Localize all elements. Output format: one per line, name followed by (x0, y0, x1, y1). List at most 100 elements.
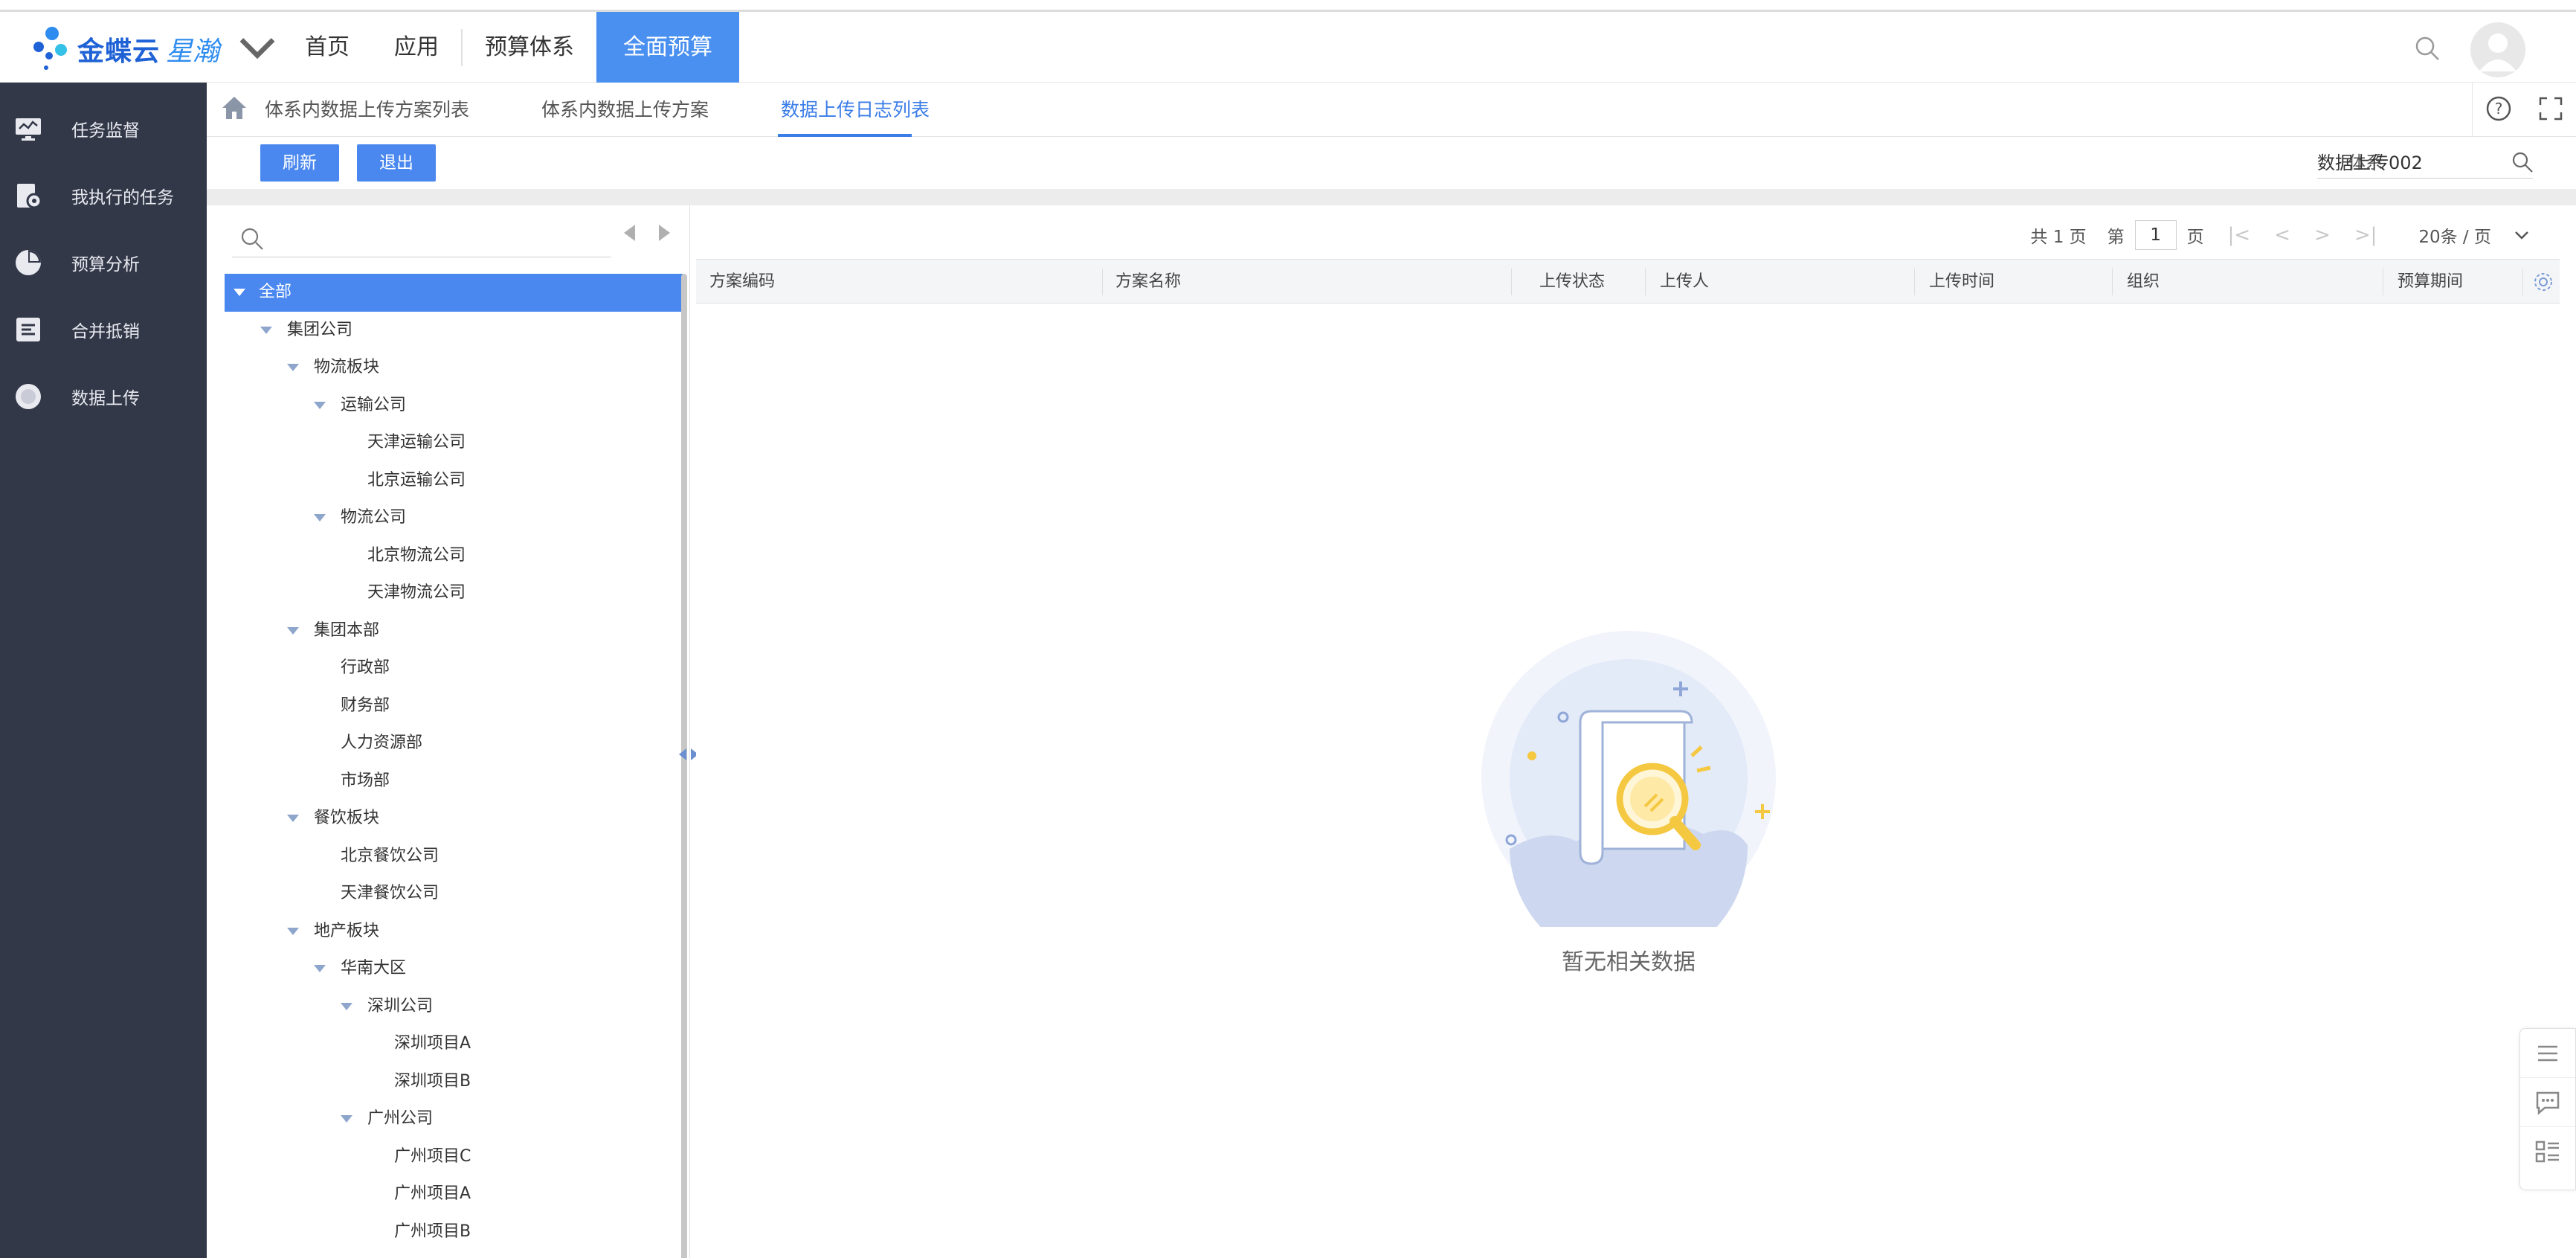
caret-down-icon[interactable] (314, 514, 326, 522)
column-divider (1511, 269, 1512, 295)
caret-down-icon[interactable] (287, 815, 299, 822)
tree-node[interactable]: 全部 (225, 274, 683, 312)
search-icon[interactable] (2414, 35, 2441, 65)
fullscreen-icon[interactable] (2538, 96, 2563, 124)
empty-state-text: 暂无相关数据 (1562, 949, 1696, 975)
exit-button[interactable]: 退出 (357, 144, 436, 182)
column-settings-gear-icon[interactable] (2531, 270, 2555, 297)
org-tree-panel: 全部 集团公司 物流板块 运输公司 天津运输公司 北京运输公司物流公司北京物流公司 天津物流… (222, 205, 690, 1258)
caret-down-icon[interactable] (234, 289, 245, 296)
tree-node[interactable]: 广州项目B (225, 1213, 683, 1251)
tree-node[interactable]: 物流公司 (225, 499, 683, 537)
tree-node[interactable]: 人力资源部 (225, 725, 683, 763)
pager-total: 共 1 页 (2030, 228, 2087, 247)
sidebar-item-my-tasks[interactable]: 我执行的任务 (0, 162, 207, 229)
sidebar-item-task-monitor[interactable]: 任务监督 (0, 95, 207, 162)
column-header-organization[interactable]: 组织 (2127, 260, 2160, 304)
tree-node[interactable]: 北京运输公司 (225, 462, 683, 500)
system-field[interactable]: 数据上传002 (2317, 149, 2533, 179)
tree-node[interactable]: 运输公司 (225, 387, 683, 425)
column-divider (1645, 269, 1646, 295)
caret-down-icon[interactable] (287, 626, 299, 635)
tree-node-label: 物流公司 (341, 508, 407, 527)
column-header-upload-time[interactable]: 上传时间 (1929, 260, 1994, 304)
avatar[interactable] (2470, 22, 2525, 77)
system-field-value: 数据上传002 (2317, 153, 2423, 173)
page-number-input[interactable]: 1 (2134, 220, 2177, 250)
caret-down-icon[interactable] (260, 326, 272, 334)
tree-node[interactable]: 集团公司 (225, 312, 683, 350)
caret-down-icon[interactable] (314, 401, 326, 409)
tab-scheme-list[interactable]: 体系内数据上传方案列表 (265, 83, 469, 137)
caret-right-icon[interactable] (657, 223, 672, 243)
caret-down-icon[interactable] (314, 965, 326, 972)
last-page-icon[interactable]: >| (2354, 224, 2377, 246)
tree-node-label: 深圳项目B (394, 1071, 471, 1091)
refresh-button[interactable]: 刷新 (260, 144, 339, 182)
tab-bar-tools: ? (2472, 83, 2576, 137)
tab-upload-log-list[interactable]: 数据上传日志列表 (781, 83, 930, 137)
caret-down-icon[interactable] (287, 927, 299, 935)
tree-search-input[interactable] (232, 220, 611, 257)
tree-node[interactable]: 天津运输公司 (225, 424, 683, 462)
caret-down-icon[interactable] (287, 364, 299, 371)
tree-node[interactable]: 深圳公司 (225, 988, 683, 1026)
column-header-uploader[interactable]: 上传人 (1660, 260, 1709, 304)
empty-state: 暂无相关数据 (1480, 629, 1777, 976)
tree-node[interactable]: 深圳项目B (225, 1063, 683, 1101)
task-gear-icon (17, 184, 42, 209)
tree-node[interactable]: 北京餐饮公司 (225, 838, 683, 876)
tree-node[interactable]: 北京物流公司 (225, 537, 683, 575)
tree-node[interactable]: 广州项目A (225, 1175, 683, 1213)
tree-node[interactable]: 财务部 (225, 687, 683, 725)
tree-node[interactable]: 深圳项目A (225, 1025, 683, 1063)
layout-list-icon[interactable] (2520, 1127, 2575, 1176)
list-menu-icon[interactable] (2520, 1029, 2575, 1078)
nav-item-budget-system[interactable]: 预算体系 (463, 12, 596, 83)
tree-node[interactable]: 行政部 (225, 649, 683, 687)
tree-node[interactable]: 地产板块 (225, 913, 683, 951)
next-page-icon[interactable]: > (2314, 224, 2331, 246)
brand-logo[interactable]: 金蝶云 星瀚 (31, 27, 279, 71)
tree-node[interactable]: 华南大区 (225, 950, 683, 988)
tree-node[interactable]: 集团本部 (225, 612, 683, 650)
caret-left-icon[interactable] (622, 223, 637, 243)
nav-item-full-budget[interactable]: 全面预算 (596, 12, 739, 83)
home-icon[interactable] (220, 94, 248, 121)
sidebar-item-budget-analysis[interactable]: 预算分析 (0, 229, 207, 296)
caret-down-icon[interactable] (341, 1002, 352, 1010)
column-header-scheme-name[interactable]: 方案名称 (1115, 260, 1181, 304)
sidebar-item-data-upload[interactable]: 数据上传 (0, 363, 207, 430)
tab-scheme[interactable]: 体系内数据上传方案 (541, 83, 709, 137)
help-icon[interactable]: ? (2485, 95, 2512, 125)
nav-item-apps[interactable]: 应用 (372, 12, 461, 83)
tree-node[interactable]: 天津餐饮公司 (225, 875, 683, 913)
page-size-select[interactable]: 20条 / 页 (2418, 222, 2491, 248)
tree-node-label: 财务部 (341, 696, 390, 715)
column-header-budget-period[interactable]: 预算期间 (2398, 260, 2463, 304)
search-icon[interactable] (2511, 150, 2534, 182)
sidebar-item-label: 预算分析 (71, 255, 140, 275)
column-divider (2522, 269, 2523, 295)
tree-node[interactable]: 广州项目C (225, 1138, 683, 1176)
sidebar-item-merge-offset[interactable]: 合并抵销 (0, 296, 207, 363)
tree-node[interactable]: 物流板块 (225, 349, 683, 387)
tree-node[interactable]: 广州公司 (225, 1100, 683, 1138)
caret-down-icon[interactable] (341, 1115, 352, 1123)
sidebar-item-label: 合并抵销 (71, 322, 140, 341)
first-page-icon[interactable]: |< (2228, 224, 2251, 246)
tree-node[interactable]: 餐饮板块 (225, 800, 683, 838)
tree-scrollbar[interactable] (681, 274, 687, 1258)
column-header-upload-status[interactable]: 上传状态 (1539, 260, 1605, 304)
nav-item-home[interactable]: 首页 (283, 12, 372, 83)
tree-node[interactable]: 天津物流公司 (225, 574, 683, 612)
chevron-down-icon[interactable] (236, 23, 279, 75)
chat-icon[interactable] (2520, 1078, 2575, 1127)
column-header-scheme-code[interactable]: 方案编码 (709, 260, 775, 304)
column-divider (2112, 269, 2113, 295)
prev-page-icon[interactable]: < (2274, 224, 2290, 246)
tree-node-label: 行政部 (341, 658, 390, 677)
pager-suffix: 页 (2186, 228, 2204, 247)
tree-node[interactable]: 市场部 (225, 763, 683, 800)
chevron-down-icon[interactable] (2514, 230, 2530, 240)
